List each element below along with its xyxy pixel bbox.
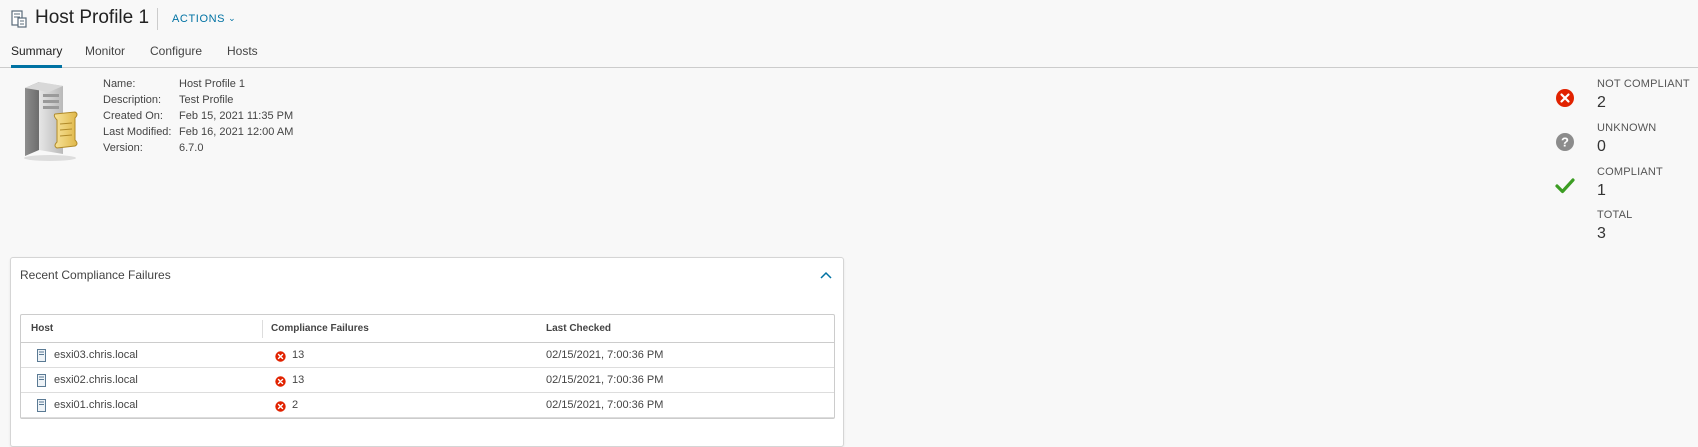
chevron-down-icon: ⌄ — [228, 13, 237, 23]
column-header-last-checked[interactable]: Last Checked — [546, 315, 611, 343]
info-row-version: Version: 6.7.0 — [103, 140, 293, 156]
column-divider[interactable] — [262, 320, 263, 338]
stat-value: 2 — [1597, 94, 1606, 111]
info-row-description: Description: Test Profile — [103, 92, 293, 108]
failure-count: 13 — [292, 349, 305, 361]
stat-total: TOTAL 3 — [1555, 209, 1695, 249]
stat-compliant: COMPLIANT 1 — [1555, 166, 1695, 206]
info-row-created-on: Created On: Feb 15, 2021 11:35 PM — [103, 108, 293, 124]
stat-label: TOTAL — [1597, 209, 1633, 221]
tab-monitor[interactable]: Monitor — [85, 44, 125, 68]
info-value: Feb 16, 2021 12:00 AM — [179, 126, 294, 138]
failure-count: 13 — [292, 374, 305, 386]
stat-label: UNKNOWN — [1597, 122, 1657, 134]
stat-value: 0 — [1597, 138, 1606, 155]
last-checked: 02/15/2021, 7:00:36 PM — [546, 374, 664, 386]
error-circle-icon — [1556, 89, 1574, 107]
error-circle-icon — [275, 376, 286, 387]
table-row: esxi01.chris.local 2 02/15/2021, 7:00:36… — [21, 393, 834, 418]
question-circle-icon: ? — [1556, 133, 1574, 151]
tab-hosts[interactable]: Hosts — [227, 44, 258, 68]
stat-value: 1 — [1597, 182, 1606, 199]
table-row: esxi03.chris.local 13 02/15/2021, 7:00:3… — [21, 343, 834, 368]
info-value: Feb 15, 2021 11:35 PM — [179, 110, 294, 122]
error-circle-icon — [275, 351, 286, 362]
info-row-last-modified: Last Modified: Feb 16, 2021 12:00 AM — [103, 124, 293, 140]
host-icon — [37, 399, 46, 412]
info-value: Host Profile 1 — [179, 78, 246, 90]
server-profile-icon — [24, 82, 78, 161]
info-label: Name: — [103, 78, 136, 90]
host-profile-icon — [11, 10, 27, 28]
table-header: Host Compliance Failures Last Checked — [21, 315, 834, 343]
column-header-compliance-failures[interactable]: Compliance Failures — [271, 315, 369, 343]
stat-label: NOT COMPLIANT — [1597, 78, 1690, 90]
host-link[interactable]: esxi03.chris.local — [54, 343, 138, 368]
info-label: Last Modified: — [103, 126, 172, 138]
host-link[interactable]: esxi02.chris.local — [54, 368, 138, 393]
info-value: 6.7.0 — [179, 142, 204, 154]
page-header: Host Profile 1 ACTIONS ⌄ — [0, 0, 1698, 40]
svg-text:?: ? — [1561, 135, 1569, 150]
info-row-name: Name: Host Profile 1 — [103, 76, 293, 92]
stat-value: 3 — [1597, 225, 1606, 242]
actions-label: ACTIONS — [172, 13, 226, 25]
tab-configure[interactable]: Configure — [150, 44, 202, 68]
host-link[interactable]: esxi01.chris.local — [54, 393, 138, 418]
title-divider — [157, 8, 158, 30]
card-title: Recent Compliance Failures — [20, 268, 171, 282]
page-title: Host Profile 1 — [35, 7, 150, 28]
tab-summary[interactable]: Summary — [11, 44, 63, 68]
info-label: Description: — [103, 94, 162, 106]
info-value: Test Profile — [179, 94, 234, 106]
column-header-host[interactable]: Host — [31, 315, 53, 343]
actions-button[interactable]: ACTIONS ⌄ — [172, 13, 236, 25]
check-icon — [1555, 178, 1575, 194]
chevron-up-icon[interactable] — [819, 269, 833, 281]
profile-info: Name: Host Profile 1 Description: Test Pro… — [103, 76, 293, 156]
info-label: Version: — [103, 142, 143, 154]
failures-table: Host Compliance Failures Last Checked es… — [20, 314, 835, 419]
host-icon — [37, 349, 46, 362]
stat-not-compliant: NOT COMPLIANT 2 — [1555, 78, 1695, 118]
stat-label: COMPLIANT — [1597, 166, 1663, 178]
last-checked: 02/15/2021, 7:00:36 PM — [546, 399, 664, 411]
host-icon — [37, 374, 46, 387]
error-circle-icon — [275, 401, 286, 412]
failure-count: 2 — [292, 399, 299, 411]
info-label: Created On: — [103, 110, 163, 122]
table-row: esxi02.chris.local 13 02/15/2021, 7:00:3… — [21, 368, 834, 393]
stat-unknown: ? UNKNOWN 0 — [1555, 122, 1695, 162]
tab-bar: Summary Monitor Configure Hosts — [0, 40, 1698, 68]
last-checked: 02/15/2021, 7:00:36 PM — [546, 349, 664, 361]
recent-compliance-failures-card: Recent Compliance Failures Host Complian… — [10, 257, 844, 447]
